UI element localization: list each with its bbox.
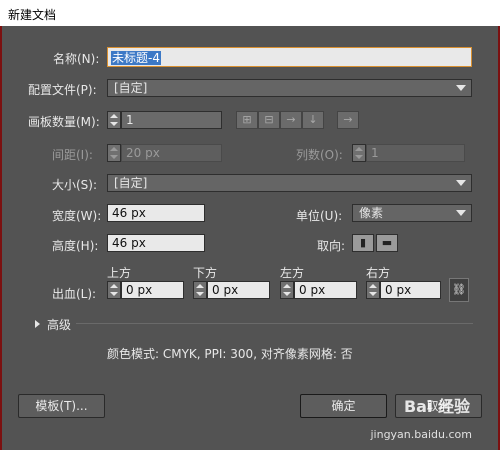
columns-input: 1 <box>366 144 465 162</box>
advanced-toggle[interactable]: 高级 <box>47 316 71 333</box>
watermark-url: jingyan.baidu.com <box>370 428 472 441</box>
grid-by-column-icon[interactable]: ⊟ <box>258 111 280 129</box>
bleed-top-label: 上方 <box>107 266 132 280</box>
width-label: 宽度(W): <box>52 209 102 223</box>
profile-select[interactable]: [自定] <box>107 79 472 97</box>
template-button[interactable]: 模板(T)... <box>18 394 105 418</box>
bleed-bottom-input[interactable]: 0 px <box>207 281 270 299</box>
portrait-orientation-icon[interactable]: ▮ <box>352 234 374 252</box>
size-select[interactable]: [自定] <box>107 174 472 192</box>
height-label: 高度(H): <box>52 239 99 253</box>
columns-stepper <box>352 144 366 162</box>
size-label: 大小(S): <box>52 178 98 192</box>
arrange-by-column-icon[interactable]: ↓ <box>302 111 324 129</box>
arrange-by-row-icon[interactable]: → <box>280 111 302 129</box>
watermark-brand: Bai 经验 <box>403 397 470 416</box>
bleed-bottom-stepper[interactable] <box>193 281 207 299</box>
bleed-left-stepper[interactable] <box>280 281 294 299</box>
units-label: 单位(U): <box>296 209 343 223</box>
units-select[interactable]: 像素 <box>352 204 472 222</box>
spacing-stepper <box>107 144 121 162</box>
columns-label: 列数(O): <box>296 148 343 162</box>
artboards-input[interactable]: 1 <box>121 111 222 129</box>
name-label: 名称(N): <box>53 52 100 66</box>
chevron-down-icon <box>456 210 466 216</box>
name-input[interactable]: 未标题-4 <box>107 47 472 67</box>
grid-by-row-icon[interactable]: ⊞ <box>236 111 258 129</box>
ok-button[interactable]: 确定 <box>300 394 387 418</box>
chevron-down-icon <box>456 85 466 91</box>
bleed-bottom-label: 下方 <box>193 266 218 280</box>
bleed-top-stepper[interactable] <box>107 281 121 299</box>
name-value: 未标题-4 <box>111 51 161 65</box>
right-to-left-icon[interactable]: → <box>337 111 359 129</box>
artboards-stepper[interactable] <box>107 111 121 129</box>
link-chain-icon[interactable]: ⛓ <box>449 278 469 302</box>
bleed-left-label: 左方 <box>280 266 305 280</box>
bleed-label: 出血(L): <box>52 287 97 301</box>
title-bar: 新建文档 <box>0 0 500 27</box>
width-input[interactable]: 46 px <box>107 204 205 222</box>
chevron-down-icon <box>456 180 466 186</box>
divider <box>76 323 473 324</box>
artboards-label: 画板数量(M): <box>28 115 100 129</box>
bleed-left-input[interactable]: 0 px <box>294 281 357 299</box>
spacing-input: 20 px <box>121 144 222 162</box>
color-mode-info: 颜色模式: CMYK, PPI: 300, 对齐像素网格: 否 <box>107 347 353 361</box>
chevron-right-icon[interactable] <box>35 320 40 328</box>
spacing-label: 间距(I): <box>52 148 93 162</box>
orientation-label: 取向: <box>317 239 346 253</box>
profile-value: [自定] <box>114 81 148 95</box>
bleed-right-label: 右方 <box>366 266 391 280</box>
landscape-orientation-icon[interactable]: ▬ <box>376 234 398 252</box>
bleed-top-input[interactable]: 0 px <box>121 281 184 299</box>
window-title: 新建文档 <box>8 8 57 22</box>
size-value: [自定] <box>114 176 148 190</box>
units-value: 像素 <box>359 206 384 220</box>
height-input[interactable]: 46 px <box>107 234 205 252</box>
bleed-right-stepper[interactable] <box>366 281 380 299</box>
bleed-right-input[interactable]: 0 px <box>380 281 441 299</box>
profile-label: 配置文件(P): <box>28 83 97 97</box>
